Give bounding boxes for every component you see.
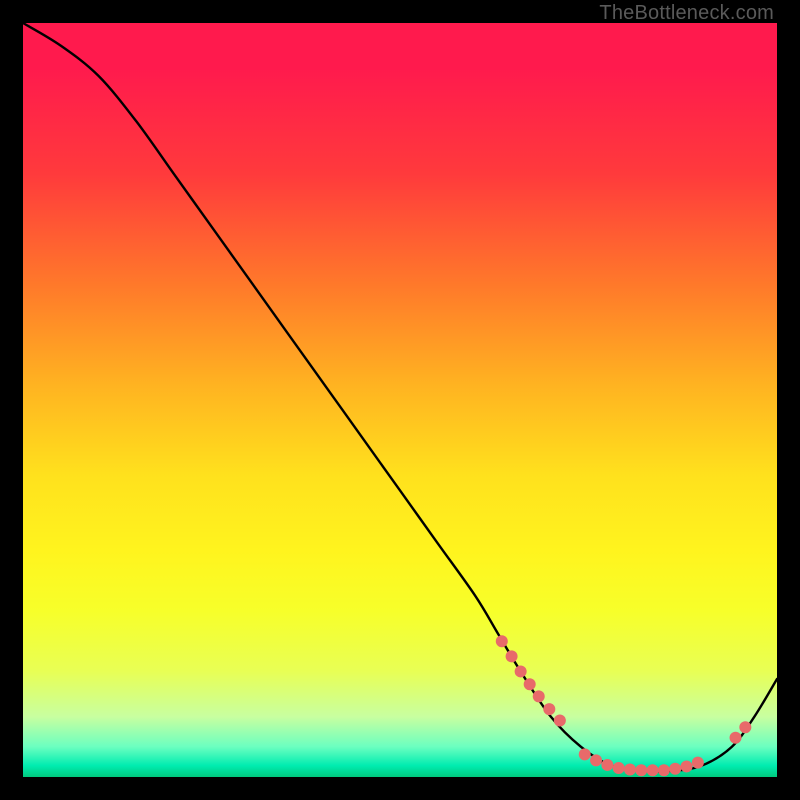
marker-point: [515, 665, 527, 677]
marker-point: [579, 748, 591, 760]
marker-point: [692, 757, 704, 769]
marker-point: [624, 763, 636, 775]
marker-point: [658, 764, 670, 776]
marker-point: [613, 762, 625, 774]
chart-svg: [23, 23, 777, 777]
marker-point: [601, 759, 613, 771]
marker-point: [647, 764, 659, 776]
marker-point: [635, 764, 647, 776]
marker-point: [590, 754, 602, 766]
attribution-text: TheBottleneck.com: [599, 2, 774, 25]
marker-point: [669, 763, 681, 775]
chart-frame: TheBottleneck.com: [0, 0, 800, 800]
curve-markers: [496, 635, 752, 776]
marker-point: [524, 678, 536, 690]
marker-point: [681, 760, 693, 772]
marker-point: [543, 703, 555, 715]
marker-point: [739, 721, 751, 733]
curve-line: [23, 23, 777, 772]
marker-point: [496, 635, 508, 647]
marker-point: [506, 650, 518, 662]
marker-point: [730, 732, 742, 744]
plot-area: [23, 23, 777, 777]
marker-point: [554, 714, 566, 726]
marker-point: [533, 690, 545, 702]
